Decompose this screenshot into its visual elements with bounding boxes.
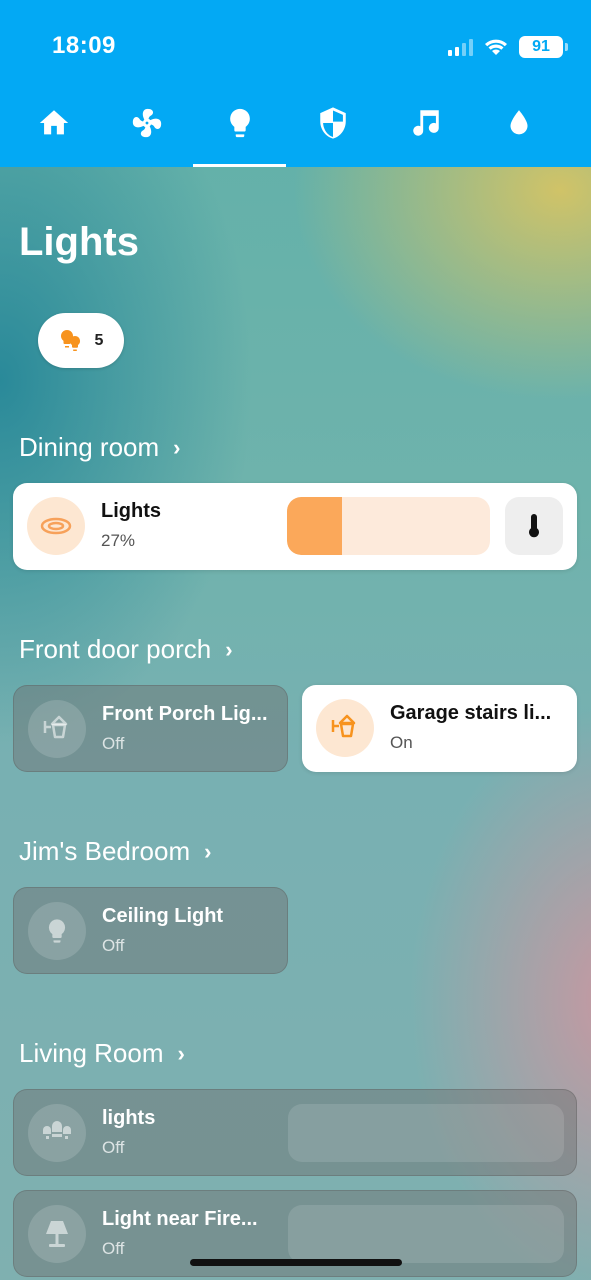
chevron-right-icon: ›	[225, 636, 233, 662]
cellular-signal-icon	[448, 38, 473, 56]
card-state: 27%	[101, 531, 136, 550]
outdoor-lamp-icon	[43, 715, 68, 739]
light-card-ceiling-light[interactable]: Ceiling Light Off	[13, 887, 288, 974]
brightness-slider[interactable]	[288, 1104, 564, 1162]
card-name: Light near Fire...	[102, 1208, 258, 1230]
chandelier-icon	[43, 1121, 71, 1139]
tab-fans[interactable]	[100, 92, 193, 167]
tab-lights[interactable]	[193, 92, 286, 167]
page-title: Lights	[19, 220, 139, 264]
battery-indicator: 91	[519, 36, 568, 58]
card-state: Off	[102, 1239, 125, 1258]
home-icon	[39, 110, 68, 135]
music-note-icon	[412, 110, 439, 136]
section-header-jims-bedroom[interactable]: Jim's Bedroom ›	[19, 836, 211, 867]
section-title: Living Room	[19, 1038, 164, 1068]
card-name: lights	[102, 1107, 156, 1129]
status-time: 18:09	[52, 32, 116, 59]
card-state: Off	[102, 1138, 125, 1157]
light-icon-button[interactable]	[28, 1104, 86, 1162]
outdoor-lamp-icon	[331, 714, 356, 738]
chip-count: 5	[94, 331, 104, 349]
card-name: Front Porch Lig...	[102, 703, 268, 725]
light-icon-button[interactable]	[316, 699, 374, 757]
light-icon-button[interactable]	[28, 700, 86, 758]
section-title: Dining room	[19, 432, 160, 462]
color-temp-button[interactable]	[505, 497, 563, 555]
card-state: Off	[102, 734, 125, 753]
lightbulbs-icon	[60, 329, 80, 351]
water-drop-icon	[510, 110, 527, 135]
status-icons: 91	[448, 36, 568, 58]
shield-icon	[319, 107, 346, 139]
lightbulb-icon	[229, 108, 250, 138]
ceiling-light-round-icon	[40, 517, 72, 535]
light-icon-button[interactable]	[28, 1205, 86, 1263]
thermometer-icon	[529, 514, 539, 538]
chevron-right-icon: ›	[173, 434, 181, 460]
light-card-garage-stairs[interactable]: Garage stairs li... On	[302, 685, 577, 772]
tab-bar	[0, 92, 591, 167]
section-header-dining-room[interactable]: Dining room ›	[19, 432, 181, 463]
home-indicator	[190, 1259, 402, 1266]
card-name: Garage stairs li...	[390, 702, 552, 724]
app-header: 18:09 91	[0, 0, 591, 167]
section-header-front-door-porch[interactable]: Front door porch ›	[19, 634, 233, 665]
tab-water[interactable]	[472, 92, 565, 167]
card-state: Off	[102, 936, 125, 955]
chevron-right-icon: ›	[177, 1040, 185, 1066]
card-name: Ceiling Light	[102, 905, 224, 927]
light-icon-button[interactable]	[28, 902, 86, 960]
wifi-icon	[485, 39, 507, 55]
chevron-right-icon: ›	[204, 838, 212, 864]
lightbulb-icon	[48, 919, 66, 943]
lights-on-count-chip[interactable]: 5	[38, 313, 124, 368]
fan-icon	[132, 108, 161, 138]
card-state: On	[390, 733, 413, 752]
light-card-front-porch[interactable]: Front Porch Lig... Off	[13, 685, 288, 772]
brightness-slider[interactable]	[288, 1205, 564, 1263]
card-name: Lights	[101, 500, 161, 522]
tab-home[interactable]	[7, 92, 100, 167]
section-title: Front door porch	[19, 634, 212, 664]
section-title: Jim's Bedroom	[19, 836, 191, 866]
tab-security[interactable]	[286, 92, 379, 167]
section-header-living-room[interactable]: Living Room ›	[19, 1038, 185, 1069]
light-icon-button[interactable]	[27, 497, 85, 555]
light-card-living-lights[interactable]: lights Off	[13, 1089, 577, 1176]
tab-media[interactable]	[379, 92, 472, 167]
brightness-slider-fill	[287, 497, 342, 555]
brightness-slider[interactable]	[287, 497, 490, 555]
light-card-dining-lights[interactable]: Lights 27%	[13, 483, 577, 570]
table-lamp-icon	[46, 1221, 68, 1247]
